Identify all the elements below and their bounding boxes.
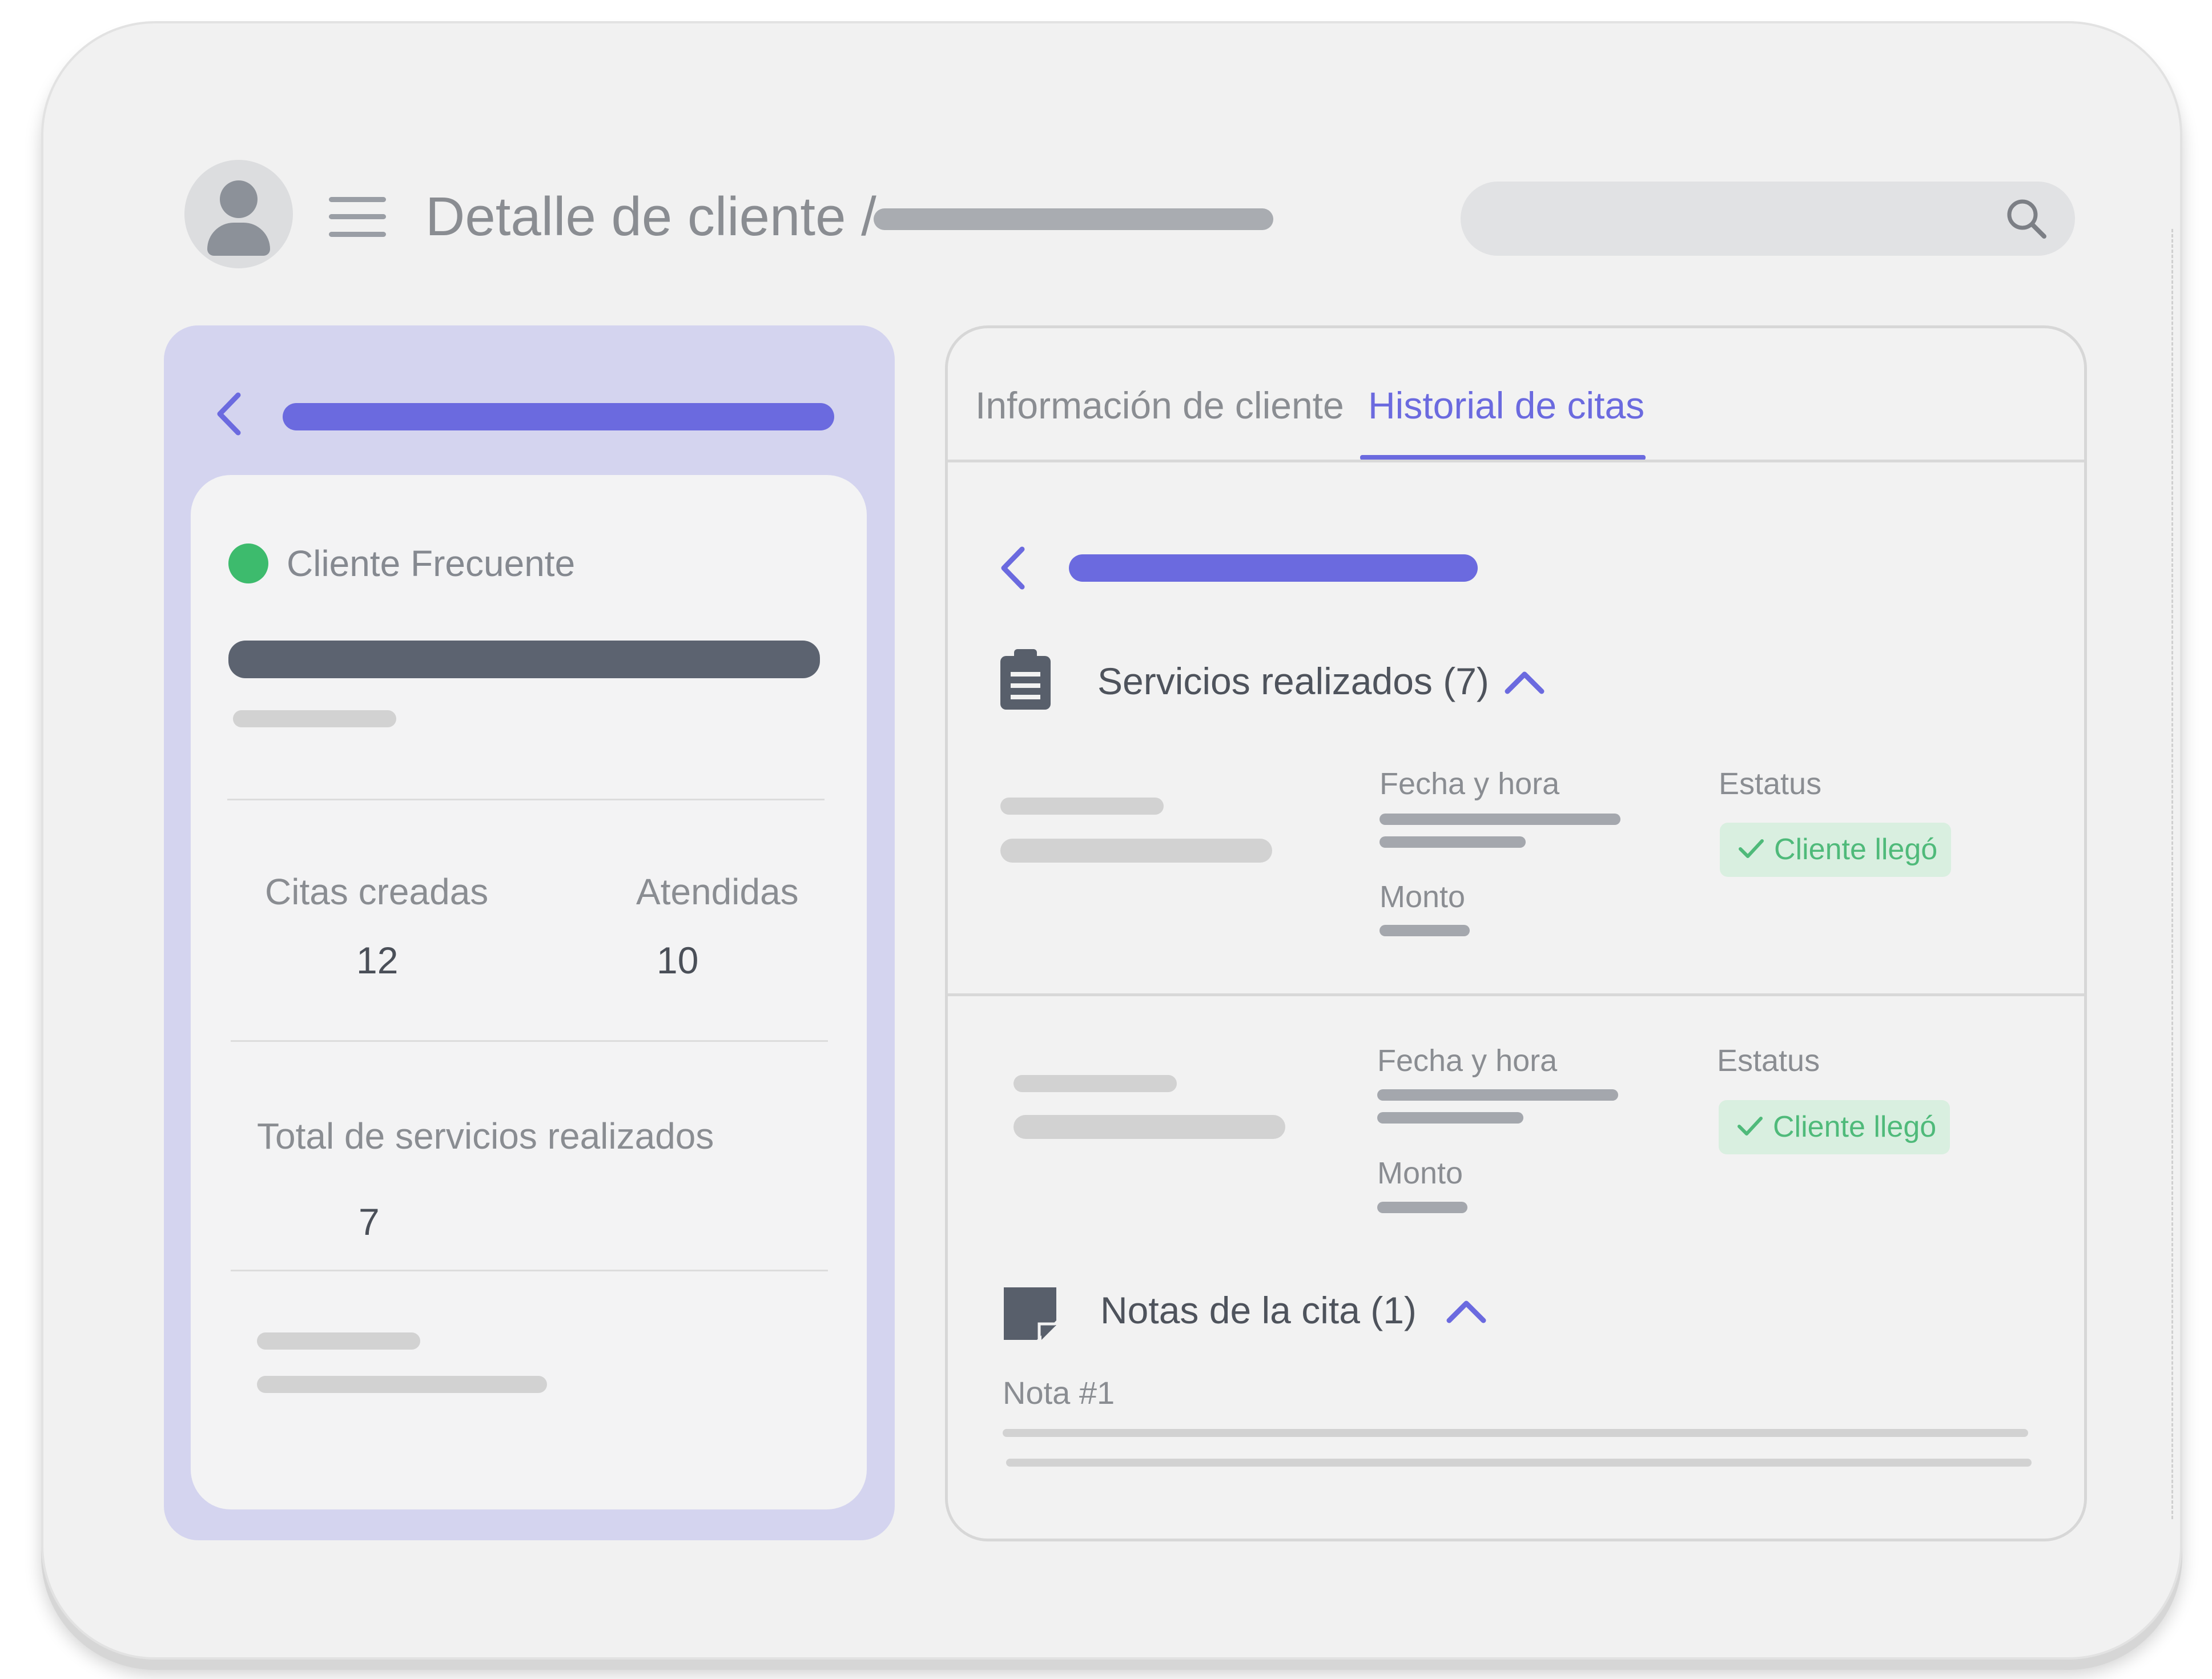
stat-value-attended: 10 xyxy=(657,939,699,981)
tab-appointment-history[interactable]: Historial de citas xyxy=(1368,382,1644,428)
client-detail-panel: Información de cliente Historial de cita… xyxy=(945,325,2087,1541)
panel-header-placeholder xyxy=(283,403,834,430)
status-badge-text: Cliente llegó xyxy=(1773,1110,1937,1144)
stat-label-created: Citas creadas xyxy=(265,871,489,912)
status-label: Estatus xyxy=(1717,1044,1820,1078)
status-badge: Cliente llegó xyxy=(1719,1100,1950,1154)
service-name-placeholder xyxy=(1014,1075,1177,1092)
divider xyxy=(231,1270,828,1271)
note-label: Nota #1 xyxy=(1003,1375,1115,1411)
amount-value-placeholder xyxy=(1377,1202,1467,1213)
divider xyxy=(227,799,825,800)
amount-value-placeholder xyxy=(1380,925,1470,936)
service-detail-placeholder xyxy=(1014,1115,1285,1139)
total-services-label: Total de servicios realizados xyxy=(257,1116,714,1157)
notes-section-title: Notas de la cita (1) xyxy=(1100,1289,1417,1331)
search-input[interactable] xyxy=(1461,182,2075,256)
date-label: Fecha y hora xyxy=(1377,1044,1558,1078)
stat-value-created: 12 xyxy=(356,939,399,981)
chevron-up-icon[interactable] xyxy=(1443,1293,1489,1327)
chevron-left-icon[interactable] xyxy=(210,388,250,440)
services-section-title: Servicios realizados (7) xyxy=(1097,660,1489,702)
total-services-value: 7 xyxy=(359,1201,380,1243)
page-title: Detalle de cliente / xyxy=(425,186,876,247)
client-name-placeholder xyxy=(874,208,1273,230)
tabs-divider xyxy=(948,460,2084,462)
check-icon xyxy=(1739,839,1764,858)
hamburger-menu-icon[interactable] xyxy=(329,197,386,237)
user-avatar[interactable] xyxy=(184,160,293,268)
status-dot xyxy=(228,543,268,583)
date-label: Fecha y hora xyxy=(1380,767,1560,801)
user-icon xyxy=(220,180,258,218)
client-name-placeholder xyxy=(228,641,820,678)
chevron-up-icon[interactable] xyxy=(1502,664,1547,698)
amount-label: Monto xyxy=(1377,1156,1463,1190)
search-icon[interactable] xyxy=(2005,198,2048,240)
time-value-placeholder xyxy=(1377,1112,1523,1124)
appointment-header-placeholder xyxy=(1069,554,1478,582)
status-badge: Cliente llegó xyxy=(1720,823,1951,877)
sticky-note-icon xyxy=(1004,1287,1056,1340)
status-badge-text: Cliente llegó xyxy=(1774,833,1938,866)
clipboard-icon xyxy=(1000,649,1051,710)
check-icon xyxy=(1738,1117,1763,1136)
amount-label: Monto xyxy=(1380,880,1466,914)
client-subtitle-placeholder xyxy=(233,710,396,727)
date-value-placeholder xyxy=(1380,814,1620,825)
divider xyxy=(231,1040,828,1042)
client-summary-card: Cliente Frecuente Citas creadas 12 Atend… xyxy=(191,475,867,1509)
date-value-placeholder xyxy=(1377,1089,1618,1101)
client-status-label: Cliente Frecuente xyxy=(287,543,576,584)
text-placeholder xyxy=(257,1376,547,1393)
status-label: Estatus xyxy=(1719,767,1822,801)
row-divider xyxy=(948,993,2084,996)
note-text-placeholder xyxy=(1003,1429,2028,1437)
text-placeholder xyxy=(257,1332,420,1350)
service-name-placeholder xyxy=(1000,798,1164,815)
stat-label-attended: Atendidas xyxy=(636,871,799,912)
client-summary-panel: Cliente Frecuente Citas creadas 12 Atend… xyxy=(164,325,895,1540)
service-detail-placeholder xyxy=(1000,839,1272,863)
chevron-left-icon[interactable] xyxy=(994,542,1033,594)
device-edge xyxy=(2170,229,2173,1519)
time-value-placeholder xyxy=(1380,836,1526,848)
tab-client-info[interactable]: Información de cliente xyxy=(975,382,1344,428)
note-text-placeholder xyxy=(1006,1459,2032,1467)
